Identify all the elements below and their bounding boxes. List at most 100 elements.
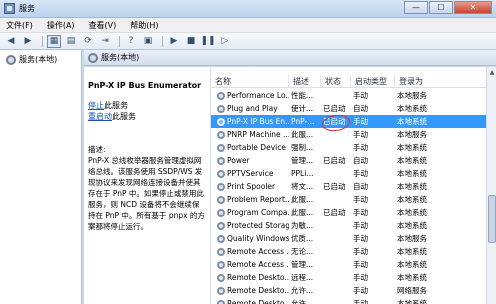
service-name-text: Remote Access ...: [227, 247, 289, 256]
service-row[interactable]: Remote Deskto... 允许... 手动 本地系统: [211, 297, 487, 304]
service-logon-as: 本地系统: [397, 104, 427, 113]
minimize-button[interactable]: —: [404, 1, 428, 14]
column-description[interactable]: 描述: [289, 75, 321, 87]
service-name-text: PNRP Machine ...: [227, 130, 289, 139]
service-name-title: PnP-X IP Bus Enumerator: [88, 81, 202, 90]
service-gear-icon: [217, 260, 225, 269]
service-row[interactable]: Problem Report... 此服... 手动 本地系统: [211, 193, 487, 206]
service-description: PPLi...: [291, 169, 314, 178]
column-logon-as[interactable]: 登录为: [395, 75, 487, 87]
service-row[interactable]: PNRP Machine ... 此服... 手动 本地服务: [211, 128, 487, 141]
menu-file[interactable]: 文件(F): [6, 20, 33, 31]
service-name: Remote Deskto...: [211, 299, 289, 304]
service-name: Plug and Play: [211, 104, 289, 113]
service-name: Remote Access ...: [211, 247, 289, 256]
service-startup-type: 手动: [353, 130, 368, 139]
service-logon-as: 本地系统: [397, 208, 427, 217]
back-icon[interactable]: ◀: [4, 35, 18, 48]
service-logon-as: 本地服务: [397, 130, 427, 139]
service-gear-icon: [217, 195, 225, 204]
service-row[interactable]: Quality Windows...优质... 手动 本地服务: [211, 232, 487, 245]
play-icon[interactable]: ▶: [167, 35, 181, 48]
service-row[interactable]: Print Spooler 将文... 已启动 自动 本地系统: [211, 180, 487, 193]
services-list: 名称 描述 状态 启动类型 登录为 Performance Lo... 性能...…: [210, 67, 487, 304]
service-name: Remote Deskto...: [211, 286, 289, 295]
description-pane: PnP-X IP Bus Enumerator 停止此服务 重启动此服务 描述:…: [84, 67, 210, 304]
service-startup-type: 手动: [353, 299, 368, 304]
service-row[interactable]: Remote Access ... 管理... 手动 本地系统: [211, 258, 487, 271]
column-name[interactable]: 名称: [211, 75, 289, 87]
maximize-button[interactable]: ☐: [429, 1, 453, 14]
service-gear-icon: [217, 247, 225, 256]
help-icon[interactable]: ?: [124, 35, 138, 48]
service-row[interactable]: Performance Lo... 性能... 手动 本地服务: [211, 89, 487, 102]
menu-action[interactable]: 操作(A): [47, 20, 75, 31]
column-startup-type[interactable]: 启动类型: [351, 75, 395, 87]
service-status: 已启动: [323, 156, 346, 165]
service-startup-type: 手动: [353, 247, 368, 256]
service-name-text: Plug and Play: [227, 104, 278, 113]
service-description: 允许...: [291, 286, 314, 295]
refresh-icon[interactable]: ⟳: [81, 35, 95, 48]
stop-service-line: 停止此服务: [88, 100, 206, 111]
service-gear-icon: [217, 182, 225, 191]
service-row[interactable]: Power 管理... 已启动 自动 本地系统: [211, 154, 487, 167]
service-name-text: Problem Report...: [227, 195, 289, 204]
service-row[interactable]: Remote Deskto... 远程... 手动 本地系统: [211, 271, 487, 284]
scroll-up-icon[interactable]: ▲: [488, 69, 496, 77]
scroll-thumb[interactable]: [488, 195, 496, 243]
service-name-text: Remote Deskto...: [227, 273, 289, 282]
service-name-text: Remote Deskto...: [227, 299, 289, 304]
properties-icon[interactable]: ▤: [64, 35, 78, 48]
stop-icon[interactable]: ■: [184, 35, 198, 48]
service-name: PnP-X IP Bus En...: [211, 117, 289, 126]
menu-help[interactable]: 帮助(H): [130, 20, 158, 31]
restart-service-link[interactable]: 重启动: [88, 112, 112, 121]
close-button[interactable]: ✕: [454, 1, 492, 14]
column-status[interactable]: 状态: [321, 75, 351, 87]
service-gear-icon: [217, 143, 225, 152]
tree-item-services-local[interactable]: 服务(本地): [0, 50, 81, 65]
service-gear-icon: [217, 234, 225, 243]
console-tree-icon[interactable]: ▦: [47, 34, 61, 48]
restart-icon[interactable]: ▷: [218, 35, 232, 48]
service-name: Portable Device ...: [211, 143, 289, 152]
service-description: 允许...: [291, 299, 314, 304]
service-row[interactable]: PPTVService PPLi... 手动 本地系统: [211, 167, 487, 180]
service-row[interactable]: Protected Storage 为敏... 手动 本地系统: [211, 219, 487, 232]
restart-service-suffix: 此服务: [112, 112, 136, 121]
service-logon-as: 本地系统: [397, 156, 427, 165]
service-logon-as: 本地系统: [397, 182, 427, 191]
service-name-text: Protected Storage: [227, 221, 289, 230]
pause-icon[interactable]: ❚❚: [200, 35, 215, 48]
service-logon-as: 本地系统: [397, 117, 427, 126]
service-row[interactable]: Plug and Play 使计... 已启动 自动 本地系统: [211, 102, 487, 115]
service-name-text: PPTVService: [227, 169, 274, 178]
service-row[interactable]: Portable Device ... 强制... 手动 本地系统: [211, 141, 487, 154]
export-icon[interactable]: ⇥: [98, 35, 112, 48]
service-startup-type: 手动: [353, 286, 368, 295]
forward-icon[interactable]: ▶: [21, 35, 35, 48]
service-startup-type: 手动: [353, 234, 368, 243]
service-logon-as: 网络服务: [397, 286, 427, 295]
window-controls: — ☐ ✕: [403, 1, 492, 14]
service-name: Power: [211, 156, 289, 165]
vertical-scrollbar[interactable]: ▲: [486, 67, 496, 304]
service-startup-type: 自动: [353, 156, 368, 165]
service-description: 此服...: [291, 195, 314, 204]
service-name-text: Performance Lo...: [227, 91, 289, 100]
service-description: 优质...: [291, 234, 314, 243]
service-name-text: Remote Access ...: [227, 260, 289, 269]
menu-view[interactable]: 查看(V): [89, 20, 117, 31]
stop-service-link[interactable]: 停止: [88, 101, 104, 110]
service-row[interactable]: Remote Deskto... 允许... 手动 网络服务: [211, 284, 487, 297]
service-name: PNRP Machine ...: [211, 130, 289, 139]
service-startup-type: 自动: [353, 182, 368, 191]
service-row[interactable]: Remote Access ... 无论... 手动 本地系统: [211, 245, 487, 258]
pane-header-label: 服务(本地): [101, 53, 140, 62]
restart-service-line: 重启动此服务: [88, 111, 206, 122]
service-description: 性能...: [291, 91, 314, 100]
view-icon[interactable]: ▣: [141, 35, 155, 48]
service-description: 管理...: [291, 260, 314, 269]
service-row[interactable]: Program Compa... 此服... 已启动 手动 本地系统: [211, 206, 487, 219]
